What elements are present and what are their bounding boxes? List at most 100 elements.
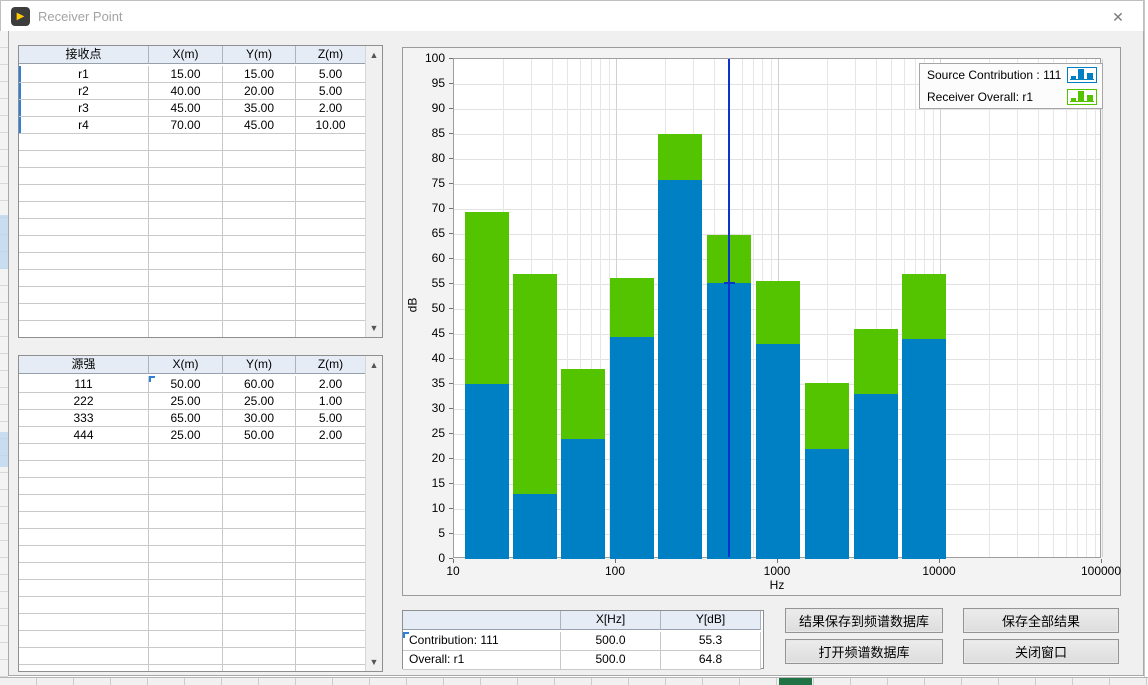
table-cell xyxy=(149,563,223,580)
table-cell xyxy=(149,236,223,253)
table-cell xyxy=(223,253,296,270)
table-cell[interactable]: 65.00 xyxy=(149,410,223,427)
background-selection xyxy=(0,215,8,269)
y-tick-label: 80 xyxy=(411,151,445,165)
active-row-marker xyxy=(19,83,21,99)
table-cell xyxy=(223,185,296,202)
table-cell[interactable]: 40.00 xyxy=(149,83,223,100)
table-cell[interactable]: 50.00 xyxy=(149,376,223,393)
table-cell[interactable]: 45.00 xyxy=(149,100,223,117)
table-cell[interactable]: 5.00 xyxy=(296,66,366,83)
table-cell[interactable]: 64.8 xyxy=(661,651,761,670)
table-cell xyxy=(223,546,296,563)
table-cell xyxy=(19,270,149,287)
contribution-bar xyxy=(854,394,898,559)
x-tick-label: 1000 xyxy=(764,564,791,578)
table-cell xyxy=(19,648,149,665)
table-cell[interactable]: 500.0 xyxy=(561,651,661,670)
table-cell[interactable]: 5.00 xyxy=(296,83,366,100)
table-cell[interactable]: 45.00 xyxy=(223,117,296,134)
table-row: Contribution: 111500.055.3 xyxy=(403,632,763,651)
scroll-up-icon[interactable]: ▲ xyxy=(366,357,382,373)
scroll-down-icon[interactable]: ▼ xyxy=(366,320,382,336)
table-cell[interactable]: 55.3 xyxy=(661,632,761,651)
table-cell[interactable]: 5.00 xyxy=(296,410,366,427)
legend-entry[interactable]: Receiver Overall: r1 xyxy=(920,86,1102,108)
table-cell xyxy=(296,529,366,546)
cursor-readout-table: X[Hz]Y[dB]Contribution: 111500.055.3Over… xyxy=(402,610,764,669)
close-window-button[interactable]: 关闭窗口 xyxy=(963,639,1119,664)
receiver-point-table[interactable]: 接收点X(m)Y(m)Z(m)r115.0015.005.00r240.0020… xyxy=(18,45,383,338)
table-cell[interactable]: 2.00 xyxy=(296,376,366,393)
x-tick-label: 100000 xyxy=(1081,564,1121,578)
y-tick-label: 100 xyxy=(411,51,445,65)
plot-area[interactable] xyxy=(453,58,1101,558)
table-cell[interactable]: 60.00 xyxy=(223,376,296,393)
table-cell[interactable]: 30.00 xyxy=(223,410,296,427)
table-cell[interactable]: Contribution: 111 xyxy=(403,632,561,651)
cursor-cross[interactable] xyxy=(724,282,735,284)
table-row: r345.0035.002.00 xyxy=(19,100,382,117)
table-cell[interactable]: 111 xyxy=(19,376,149,393)
table-cell[interactable]: 1.00 xyxy=(296,393,366,410)
table-scrollbar[interactable]: ▲▼ xyxy=(365,356,382,671)
table-cell[interactable]: 70.00 xyxy=(149,117,223,134)
y-tick-mark xyxy=(449,508,453,509)
background-selection xyxy=(0,432,8,467)
table-cell[interactable]: 10.00 xyxy=(296,117,366,134)
save-all-results-button[interactable]: 保存全部结果 xyxy=(963,608,1119,633)
y-tick-mark xyxy=(449,233,453,234)
contribution-bar xyxy=(805,449,849,559)
scroll-up-icon[interactable]: ▲ xyxy=(366,47,382,63)
column-header: 源强 xyxy=(19,356,149,374)
table-cell[interactable]: 333 xyxy=(19,410,149,427)
table-cell[interactable]: 444 xyxy=(19,427,149,444)
table-scrollbar[interactable]: ▲▼ xyxy=(365,46,382,337)
table-cell[interactable]: 2.00 xyxy=(296,100,366,117)
table-cell[interactable]: r1 xyxy=(19,66,149,83)
table-cell[interactable]: r4 xyxy=(19,117,149,134)
table-cell xyxy=(296,648,366,665)
open-spectrum-db-button[interactable]: 打开频谱数据库 xyxy=(785,639,943,664)
table-cell[interactable]: 2.00 xyxy=(296,427,366,444)
legend-entry[interactable]: Source Contribution : 111 xyxy=(920,64,1102,86)
window-title: Receiver Point xyxy=(38,9,123,24)
table-row-empty xyxy=(19,151,382,168)
table-cell[interactable]: 15.00 xyxy=(223,66,296,83)
y-tick-label: 15 xyxy=(411,476,445,490)
table-row-empty xyxy=(19,219,382,236)
active-row-marker xyxy=(19,100,21,116)
table-cell[interactable]: r2 xyxy=(19,83,149,100)
table-cell[interactable]: 50.00 xyxy=(223,427,296,444)
table-cell xyxy=(149,444,223,461)
table-row-empty xyxy=(19,563,382,580)
table-cell[interactable]: r3 xyxy=(19,100,149,117)
bar-plot-style-icon xyxy=(1067,89,1097,105)
table-row-empty xyxy=(19,665,382,672)
table-cell[interactable]: 25.00 xyxy=(149,427,223,444)
scroll-down-icon[interactable]: ▼ xyxy=(366,654,382,670)
gridline-vertical xyxy=(1095,59,1096,557)
y-tick-label: 35 xyxy=(411,376,445,390)
table-cell[interactable]: 20.00 xyxy=(223,83,296,100)
gridline-vertical xyxy=(1038,59,1039,557)
cursor-line[interactable] xyxy=(728,59,730,557)
table-cell[interactable]: 25.00 xyxy=(149,393,223,410)
source-strength-table[interactable]: 源强X(m)Y(m)Z(m)11150.0060.002.0022225.002… xyxy=(18,355,383,672)
table-cell[interactable]: 25.00 xyxy=(223,393,296,410)
table-row-empty xyxy=(19,321,382,338)
table-cell[interactable]: 15.00 xyxy=(149,66,223,83)
save-results-to-spectrum-db-button[interactable]: 结果保存到频谱数据库 xyxy=(785,608,943,633)
y-tick-label: 25 xyxy=(411,426,445,440)
close-icon[interactable]: ✕ xyxy=(1105,8,1131,26)
table-cell xyxy=(19,614,149,631)
x-tick-label: 100 xyxy=(605,564,625,578)
table-cell xyxy=(19,236,149,253)
table-cell[interactable]: 500.0 xyxy=(561,632,661,651)
table-cell[interactable]: 35.00 xyxy=(223,100,296,117)
contribution-bar xyxy=(756,344,800,559)
table-cell[interactable]: Overall: r1 xyxy=(403,651,561,670)
table-cell[interactable]: 222 xyxy=(19,393,149,410)
table-row-empty xyxy=(19,202,382,219)
column-header: X[Hz] xyxy=(561,611,661,630)
